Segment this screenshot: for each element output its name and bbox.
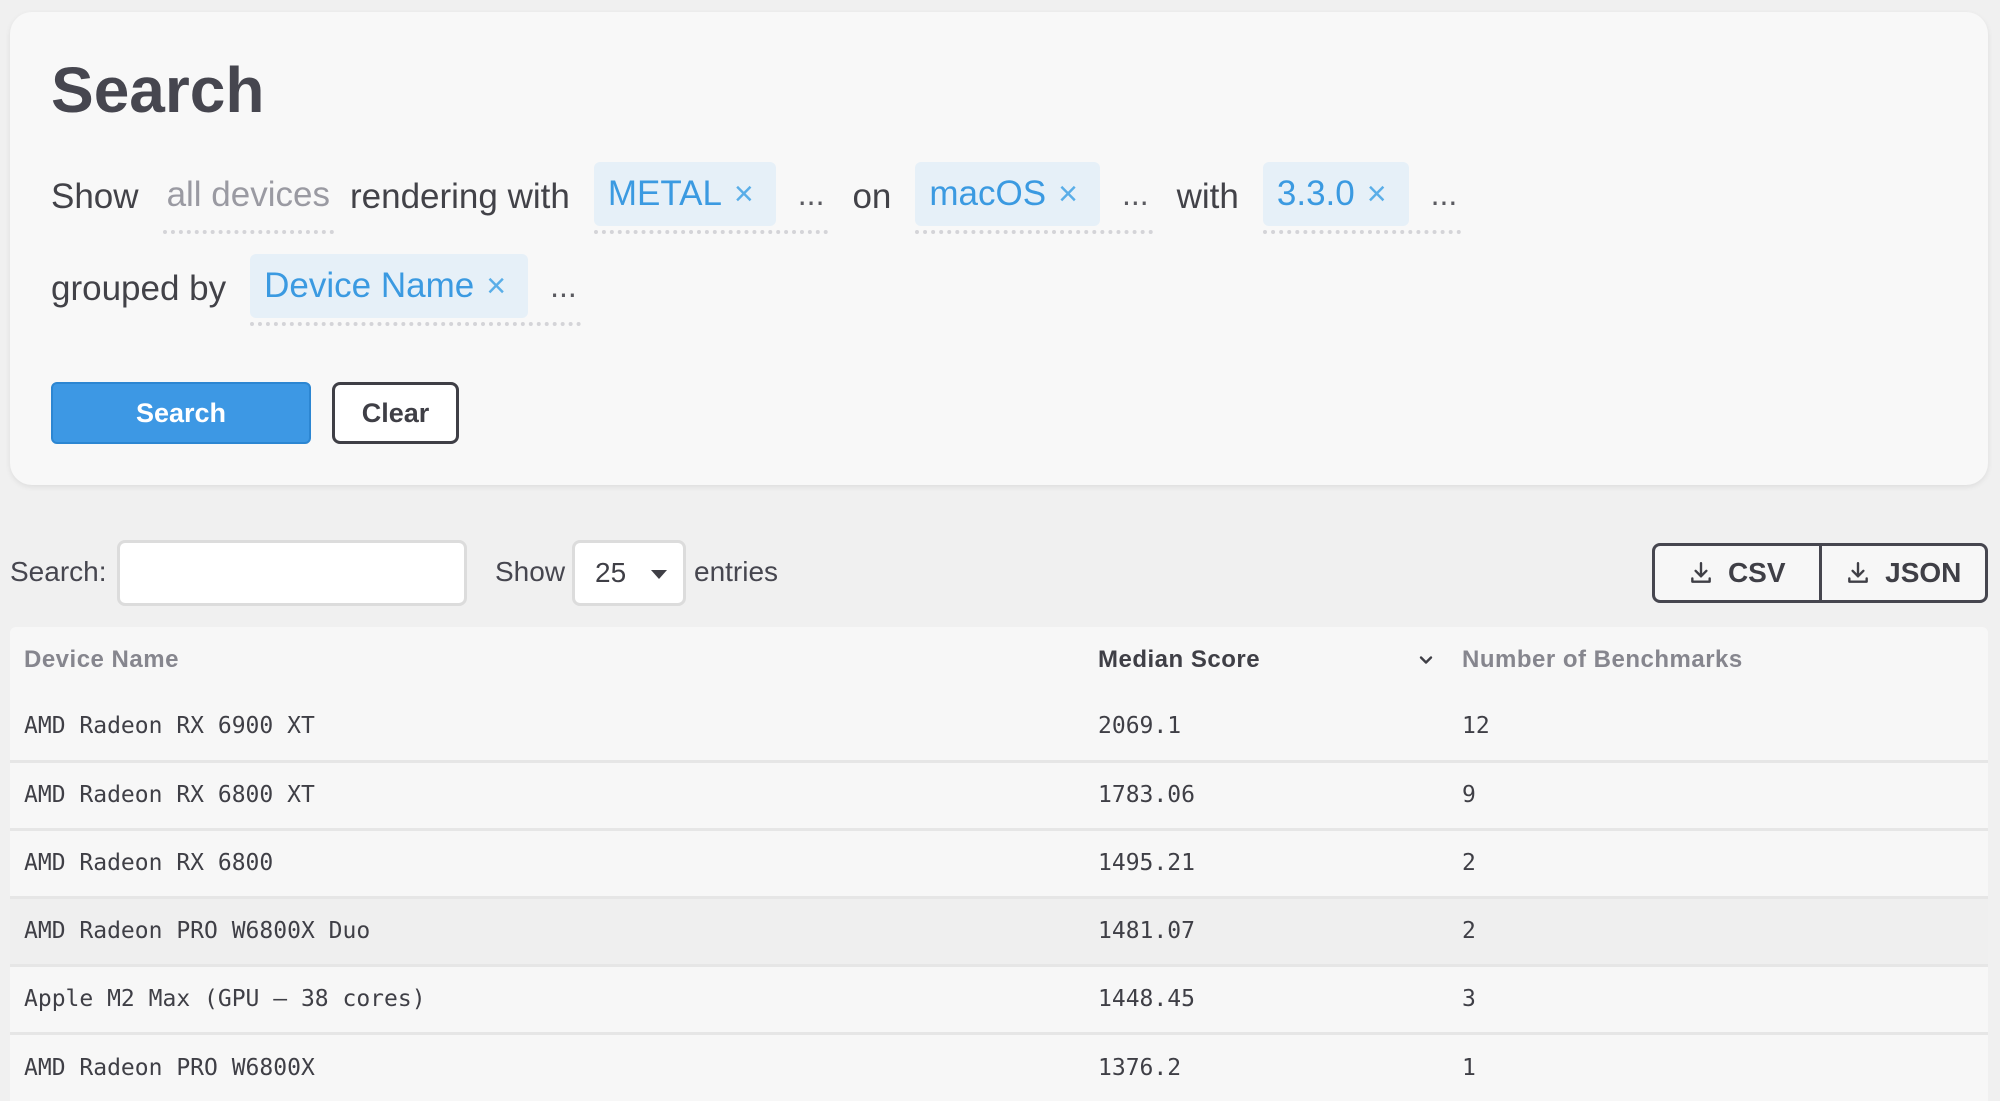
search-sentence-row-1: Show all devices rendering with METAL × …	[51, 160, 1475, 234]
median-score-cell: 1448.45	[1084, 965, 1448, 1035]
download-icon	[1848, 562, 1868, 583]
group-tag-label: Device Name	[264, 266, 475, 305]
api-more-options[interactable]: ...	[798, 176, 825, 213]
device-name-cell: Apple M2 Max (GPU – 38 cores)	[10, 965, 1084, 1035]
column-header-median-score[interactable]: Median Score	[1084, 627, 1448, 693]
results-table: Device Name Median Score Number of Bench…	[10, 627, 1988, 1101]
benchmarks-count-cell: 9	[1448, 761, 1988, 831]
median-score-cell: 1376.2	[1098, 1054, 1182, 1081]
benchmarks-count-cell: 2	[1448, 829, 1988, 899]
api-tag: METAL ×	[593, 162, 776, 226]
device-name-cell: AMD Radeon PRO W6800X Duo	[10, 897, 1084, 967]
api-selector[interactable]: METAL × ...	[593, 160, 829, 234]
page-size-select[interactable]: 25	[572, 540, 686, 606]
benchmarks-count-cell: 1	[1462, 1054, 1476, 1081]
table-row[interactable]: AMD Radeon PRO W6800X 1376.2 1	[10, 1033, 1988, 1101]
column-header-number-of-benchmarks[interactable]: Number of Benchmarks	[1448, 627, 1988, 693]
table-row[interactable]: AMD Radeon RX 6800 1495.21 2	[10, 829, 1988, 899]
export-button-group: CSV JSON	[1652, 543, 1988, 603]
column-header-device-name[interactable]: Device Name	[10, 627, 1084, 693]
version-selector[interactable]: 3.3.0 × ...	[1262, 160, 1462, 234]
benchmarks-count-cell: 12	[1448, 693, 1988, 763]
median-score-cell: 1783.06	[1084, 761, 1448, 831]
results-table-container: Device Name Median Score Number of Bench…	[10, 627, 1988, 1101]
show-entries-label: Show	[495, 556, 566, 587]
download-icon	[1691, 562, 1711, 583]
export-json-button[interactable]: JSON	[1818, 546, 1986, 600]
os-selector[interactable]: macOS × ...	[915, 160, 1153, 234]
os-tag-label: macOS	[929, 174, 1047, 213]
page-title: Search	[51, 54, 265, 126]
caret-down-icon	[651, 570, 667, 579]
benchmarks-count-cell: 2	[1448, 897, 1988, 967]
median-score-cell: 2069.1	[1084, 693, 1448, 763]
table-row[interactable]: Apple M2 Max (GPU – 38 cores) 1448.45 3	[10, 965, 1988, 1035]
device-name-cell: AMD Radeon RX 6800 XT	[10, 761, 1084, 831]
table-header-row: Device Name Median Score Number of Bench…	[10, 627, 1988, 693]
close-icon[interactable]: ×	[486, 267, 506, 306]
group-selector[interactable]: Device Name × ...	[250, 252, 581, 326]
os-more-options[interactable]: ...	[1122, 176, 1149, 213]
export-csv-label: CSV	[1727, 557, 1786, 588]
table-row[interactable]: AMD Radeon RX 6900 XT 2069.1 12	[10, 693, 1988, 763]
with-label: with	[1176, 177, 1239, 216]
group-more-options[interactable]: ...	[550, 268, 577, 305]
page-size-value: 25	[595, 557, 627, 588]
device-name-cell: AMD Radeon RX 6900 XT	[10, 693, 1084, 763]
benchmarks-count-cell: 3	[1448, 965, 1988, 1035]
median-score-cell: 1495.21	[1084, 829, 1448, 899]
search-button[interactable]: Search	[51, 382, 311, 444]
group-tag: Device Name ×	[250, 254, 529, 318]
show-label: Show	[51, 177, 139, 216]
device-name-cell: AMD Radeon PRO W6800X	[24, 1054, 315, 1081]
devices-selector[interactable]: all devices	[162, 160, 334, 234]
api-tag-label: METAL	[607, 174, 722, 213]
median-score-cell: 1481.07	[1084, 897, 1448, 967]
search-sentence-row-2: grouped by Device Name × ...	[51, 252, 595, 326]
table-search-label: Search:	[10, 556, 107, 587]
close-icon[interactable]: ×	[1367, 175, 1387, 214]
version-more-options[interactable]: ...	[1431, 176, 1458, 213]
device-name-cell: AMD Radeon RX 6800	[10, 829, 1084, 899]
version-tag-label: 3.3.0	[1276, 174, 1355, 213]
devices-placeholder: all devices	[166, 175, 330, 214]
on-label: on	[852, 177, 892, 216]
table-row[interactable]: AMD Radeon PRO W6800X Duo 1481.07 2	[10, 897, 1988, 967]
close-icon[interactable]: ×	[1058, 175, 1078, 214]
version-tag: 3.3.0 ×	[1262, 162, 1409, 226]
close-icon[interactable]: ×	[734, 175, 754, 214]
chevron-down-icon	[1419, 656, 1433, 664]
table-search-input[interactable]	[117, 540, 467, 606]
rendering-label: rendering with	[349, 177, 570, 216]
column-header-median-score-label: Median Score	[1098, 646, 1261, 673]
export-csv-button[interactable]: CSV	[1655, 546, 1819, 600]
export-json-label: JSON	[1885, 557, 1962, 588]
entries-label: entries	[694, 556, 779, 587]
grouped-by-label: grouped by	[51, 269, 227, 308]
os-tag: macOS ×	[915, 162, 1100, 226]
search-card: Search Show all devices rendering with M…	[10, 12, 1988, 485]
table-row[interactable]: AMD Radeon RX 6800 XT 1783.06 9	[10, 761, 1988, 831]
clear-button[interactable]: Clear	[332, 382, 459, 444]
